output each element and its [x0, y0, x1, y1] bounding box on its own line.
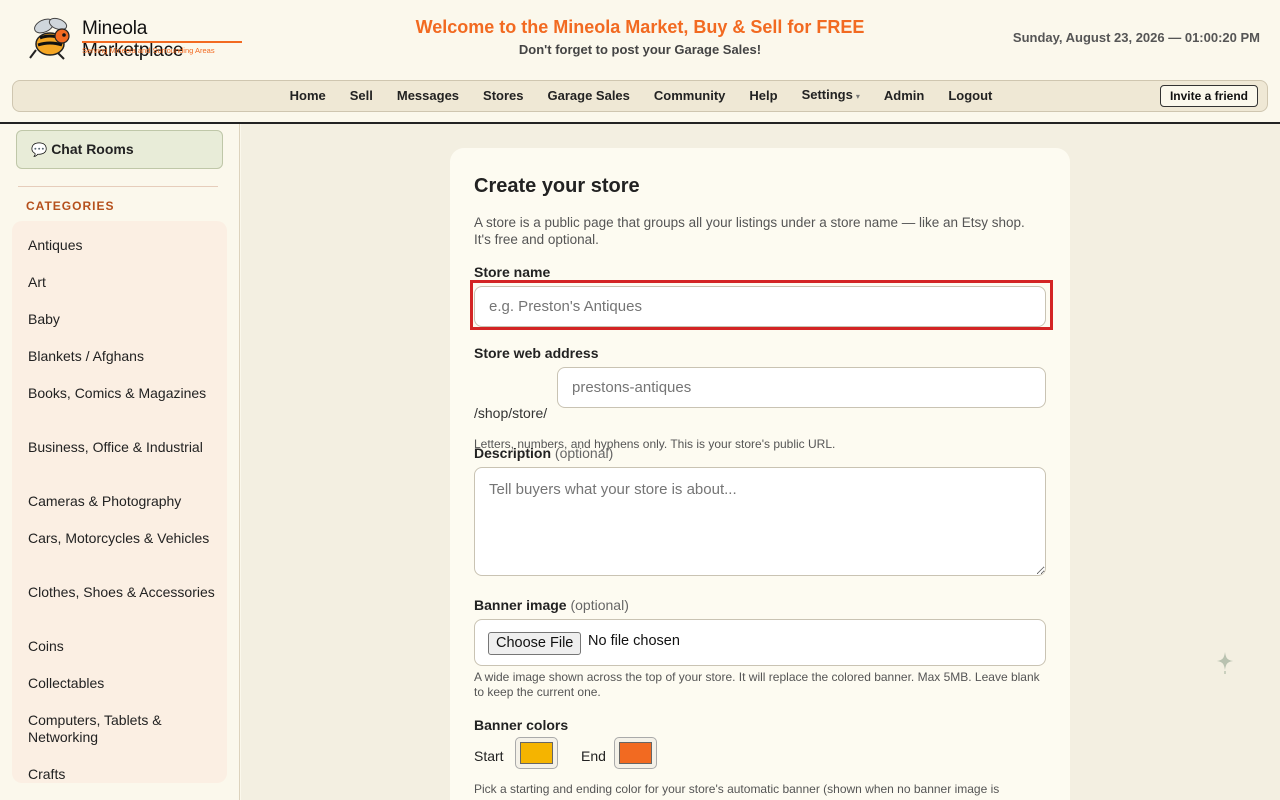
category-item[interactable]: Cars, Motorcycles & Vehicles: [28, 530, 218, 547]
current-datetime: Sunday, August 23, 2026 — 01:00:20 PM: [1012, 30, 1260, 45]
category-item[interactable]: Collectables: [28, 675, 218, 692]
store-name-label: Store name: [474, 264, 551, 280]
banner-colors-label: Banner colors: [474, 717, 569, 733]
category-item[interactable]: Cameras & Photography: [28, 493, 218, 510]
sidebar: 💬 Chat Rooms CATEGORIES Antiques Art Baby…: [0, 124, 240, 800]
banner-image-label-text: Banner image: [474, 597, 567, 613]
chat-rooms-button[interactable]: 💬 Chat Rooms: [16, 130, 223, 169]
category-item[interactable]: Art: [28, 274, 218, 291]
nav-logout[interactable]: Logout: [936, 81, 1004, 111]
nav-settings[interactable]: Settings ▾: [790, 80, 872, 112]
start-color-picker[interactable]: [515, 737, 558, 769]
store-address-label: Store web address: [474, 345, 599, 361]
category-item[interactable]: Computers, Tablets & Networking: [28, 712, 218, 746]
category-item[interactable]: Books, Comics & Magazines: [28, 385, 218, 402]
hornet-mascot-icon: [29, 17, 70, 60]
sidebar-divider: [18, 186, 218, 187]
store-address-input[interactable]: [557, 367, 1046, 408]
nav-community[interactable]: Community: [642, 81, 738, 111]
categories-heading: CATEGORIES: [26, 199, 115, 213]
chat-rooms-label: Chat Rooms: [51, 141, 134, 157]
logo-underline: [82, 41, 242, 43]
page-title: Create your store: [474, 175, 640, 197]
category-item[interactable]: Blankets / Afghans: [28, 348, 218, 365]
category-item[interactable]: Antiques: [28, 237, 218, 254]
description-label: Description (optional): [474, 445, 613, 461]
welcome-subtitle: Don't forget to post your Garage Sales!: [518, 42, 762, 57]
category-item[interactable]: Baby: [28, 311, 218, 328]
end-color-picker[interactable]: [614, 737, 657, 769]
categories-list: Antiques Art Baby Blankets / Afghans Boo…: [12, 221, 227, 783]
create-store-form: Create your store A store is a public pa…: [450, 148, 1070, 800]
file-status: No file chosen: [588, 633, 680, 649]
main-nav: Home Sell Messages Stores Garage Sales C…: [12, 80, 1268, 112]
nav-messages[interactable]: Messages: [385, 81, 471, 111]
sparkle-icon[interactable]: [1216, 651, 1234, 675]
end-color-label: End: [581, 748, 606, 764]
welcome-banner: Welcome to the Mineola Market, Buy & Sel…: [415, 17, 865, 37]
start-color-label: Start: [474, 748, 504, 764]
store-address-prefix: /shop/store/: [474, 405, 548, 421]
chevron-down-icon: ▾: [855, 92, 860, 101]
nav-settings-label: Settings: [801, 87, 853, 102]
invite-friend-button[interactable]: Invite a friend: [1159, 85, 1258, 107]
start-color-swatch: [520, 742, 553, 764]
main-content: Create your store A store is a public pa…: [241, 124, 1280, 800]
nav-garage-sales[interactable]: Garage Sales: [536, 81, 642, 111]
description-label-text: Description: [474, 445, 552, 461]
speech-bubble-icon: 💬: [31, 142, 48, 157]
description-textarea[interactable]: [474, 467, 1046, 576]
form-description: A store is a public page that groups all…: [474, 215, 1025, 247]
store-name-highlight: [470, 280, 1053, 330]
nav-sell[interactable]: Sell: [338, 81, 385, 111]
category-item[interactable]: Clothes, Shoes & Accessories: [28, 584, 218, 601]
site-header: Mineola Marketplace Serving Mineola and …: [0, 0, 1280, 80]
optional-tag: (optional): [554, 445, 614, 461]
category-item[interactable]: Business, Office & Industrial: [28, 439, 218, 456]
site-logo[interactable]: Mineola Marketplace Serving Mineola and …: [28, 14, 248, 61]
banner-image-help: A wide image shown across the top of you…: [474, 670, 1040, 699]
banner-colors-help: Pick a starting and ending color for you…: [474, 782, 1000, 796]
nav-admin[interactable]: Admin: [872, 81, 936, 111]
choose-file-button[interactable]: Choose File: [488, 632, 582, 655]
banner-image-label: Banner image (optional): [474, 597, 629, 613]
nav-home[interactable]: Home: [278, 81, 338, 111]
nav-items: Home Sell Messages Stores Garage Sales C…: [13, 81, 1269, 111]
nav-help[interactable]: Help: [737, 81, 789, 111]
nav-stores[interactable]: Stores: [471, 81, 535, 111]
category-item[interactable]: Crafts: [28, 766, 218, 783]
logo-subtitle: Serving Mineola and Surrounding Areas: [82, 46, 215, 55]
category-item[interactable]: Coins: [28, 638, 218, 655]
end-color-swatch: [619, 742, 652, 764]
banner-image-input: Choose File No file chosen: [474, 619, 1046, 666]
optional-tag: (optional): [570, 597, 629, 613]
logo-title: Mineola Marketplace: [82, 18, 184, 61]
